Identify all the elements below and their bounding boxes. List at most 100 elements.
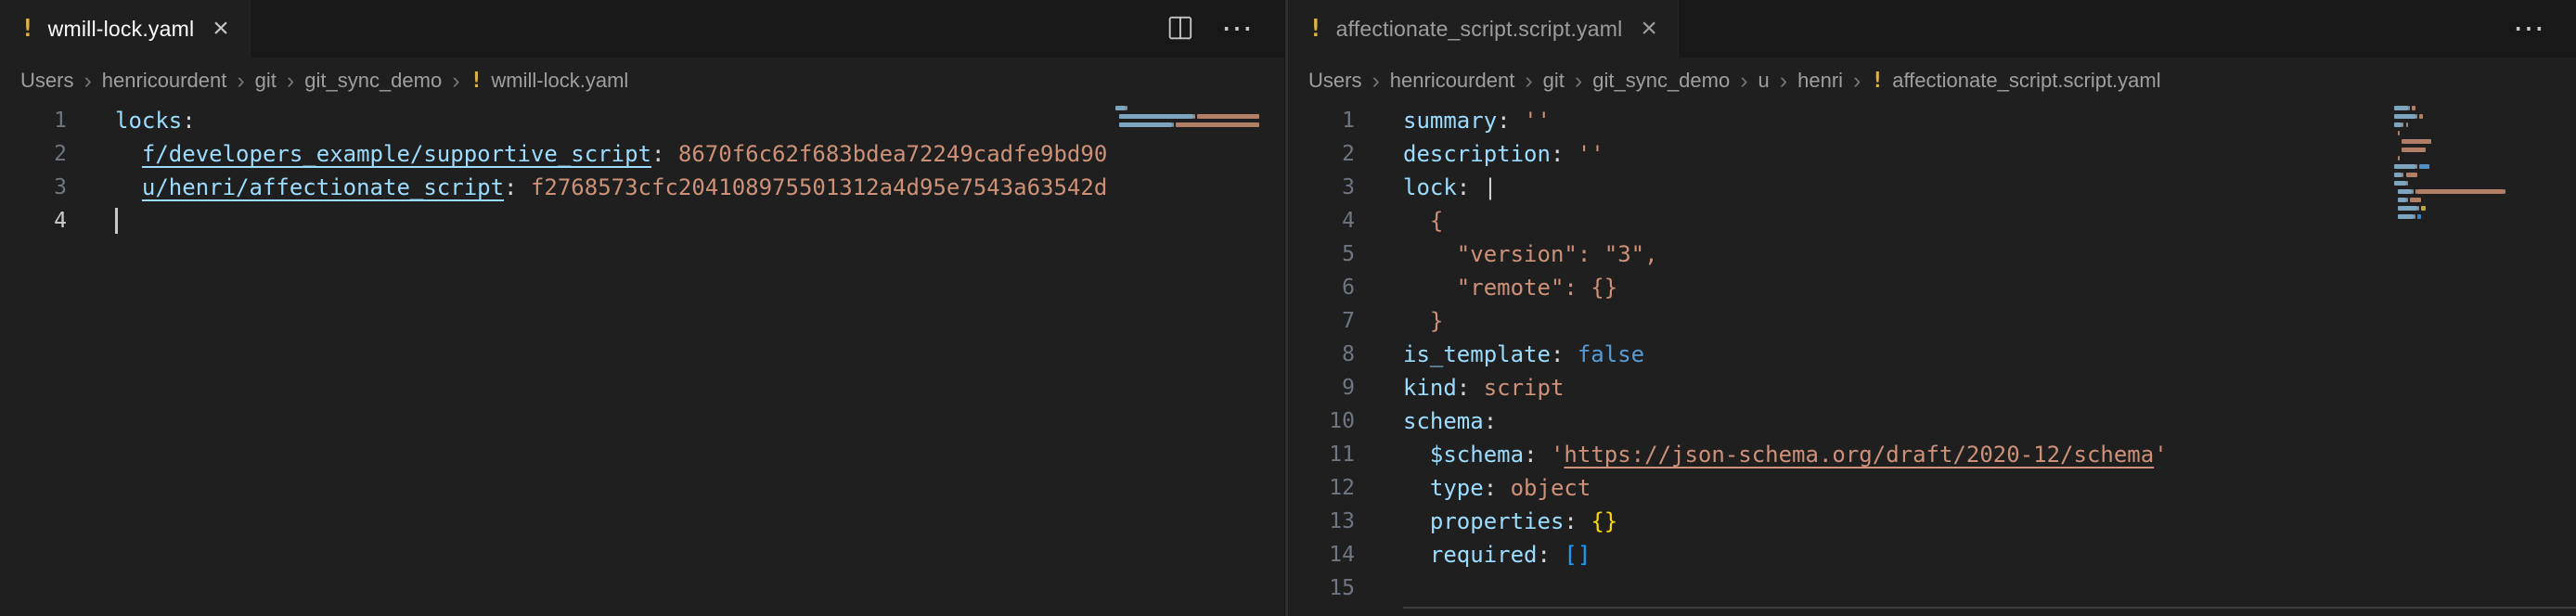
tabstrip-right: ! affectionate_script.script.yaml × ⋯: [1288, 0, 2576, 58]
line-number: 10: [1288, 404, 1355, 438]
minimap[interactable]: [2394, 106, 2539, 227]
minimap[interactable]: [1115, 106, 1264, 135]
code-line[interactable]: 9kind: script: [1288, 371, 2576, 404]
code-line[interactable]: 7 }: [1288, 304, 2576, 338]
close-icon[interactable]: ×: [1641, 15, 1657, 43]
code-token: [1403, 241, 1457, 267]
breadcrumb: Users›henricourdent›git›git_sync_demo›!w…: [0, 58, 1284, 104]
close-icon[interactable]: ×: [213, 15, 229, 43]
code-line[interactable]: 13 properties: {}: [1288, 505, 2576, 538]
breadcrumb-item[interactable]: git: [255, 69, 277, 93]
line-number: 6: [1288, 271, 1355, 304]
code-token: [1578, 508, 1591, 534]
code-token: lock: [1403, 174, 1457, 200]
code-token: description: [1403, 141, 1551, 167]
line-number: 1: [1288, 104, 1355, 137]
code-token: [664, 141, 677, 167]
code-token: [1403, 542, 1430, 568]
code-token: [1403, 442, 1430, 468]
code-line[interactable]: 2 f/developers_example/supportive_script…: [0, 137, 1284, 171]
chevron-right-icon: ›: [1740, 70, 1747, 93]
code-token: u/henri/affectionate_script: [142, 174, 504, 200]
code-token: f2768573cfc204108975501312a4d95e7543a635…: [531, 174, 1107, 200]
breadcrumb-file-label: affectionate_script.script.yaml: [1892, 69, 2160, 93]
breadcrumb-item[interactable]: henricourdent: [102, 69, 227, 93]
tab-label: affectionate_script.script.yaml: [1336, 17, 1623, 42]
line-number: 4: [0, 204, 67, 237]
line-number: 7: [1288, 304, 1355, 338]
code-token: '': [1578, 141, 1604, 167]
code-line[interactable]: 4: [0, 204, 1284, 237]
breadcrumb-item[interactable]: Users: [1308, 69, 1361, 93]
breadcrumb-item[interactable]: Users: [20, 69, 73, 93]
chevron-right-icon: ›: [1853, 70, 1861, 93]
code-token: [1564, 141, 1577, 167]
code-line[interactable]: 1locks:: [0, 104, 1284, 137]
code-token: [1564, 341, 1577, 367]
breadcrumb-item[interactable]: git: [1543, 69, 1565, 93]
code-token: :: [1484, 475, 1497, 501]
code-line[interactable]: 3 u/henri/affectionate_script: f2768573c…: [0, 171, 1284, 204]
code-token: is_template: [1403, 341, 1551, 367]
tabstrip-left: ! wmill-lock.yaml × ⋯: [0, 0, 1284, 58]
more-actions-icon[interactable]: ⋯: [2513, 13, 2544, 45]
line-number: 13: [1288, 505, 1355, 538]
code-area[interactable]: 1locks:2 f/developers_example/supportive…: [0, 104, 1284, 616]
code-token: locks: [115, 108, 182, 134]
code-token: [1497, 475, 1510, 501]
breadcrumb-file[interactable]: !wmill-lock.yaml: [470, 69, 629, 93]
code-area[interactable]: 1 summary: '' 2 description: '' 3lock: |4 {5…: [1288, 104, 2576, 616]
code-line[interactable]: 4 {: [1288, 204, 2576, 237]
line-number: 12: [1288, 471, 1355, 505]
code-token: :: [1538, 542, 1551, 568]
editor-group-left: ! wmill-lock.yaml × ⋯ Users › henricourden…: [0, 0, 1284, 616]
code-token: :: [1551, 341, 1564, 367]
code-line[interactable]: 6 "remote": {}: [1288, 271, 2576, 304]
code-token: :: [1524, 442, 1537, 468]
code-token: summary: [1403, 108, 1497, 134]
code-token: '': [1524, 108, 1551, 134]
breadcrumb-item[interactable]: u: [1758, 69, 1770, 93]
breadcrumb-item[interactable]: henricourdent: [1390, 69, 1515, 93]
scrollbar-shadow: [1403, 607, 2576, 609]
code-token: :: [1457, 174, 1470, 200]
more-actions-icon[interactable]: ⋯: [1221, 13, 1253, 45]
code-line[interactable]: 3lock: |: [1288, 171, 2576, 204]
line-number: 11: [1288, 438, 1355, 471]
workbench: ! wmill-lock.yaml × ⋯ Users › henricourden…: [0, 0, 2576, 616]
code-line[interactable]: 5 "version": "3",: [1288, 237, 2576, 271]
breadcrumb-item[interactable]: git_sync_demo: [304, 69, 442, 93]
code-line[interactable]: 14 required: []: [1288, 538, 2576, 571]
code-line[interactable]: 12 type: object: [1288, 471, 2576, 505]
chevron-right-icon: ›: [1525, 70, 1532, 93]
code-token: :: [504, 174, 517, 200]
tab-affectionate-script-yaml[interactable]: ! affectionate_script.script.yaml ×: [1288, 0, 1679, 58]
code-token: [115, 174, 142, 200]
yaml-file-icon: !: [470, 69, 483, 93]
code-line[interactable]: 15: [1288, 571, 2576, 605]
breadcrumb-item[interactable]: git_sync_demo: [1592, 69, 1730, 93]
chevron-right-icon: ›: [237, 70, 244, 93]
breadcrumb-file[interactable]: !affectionate_script.script.yaml: [1871, 69, 2160, 93]
chevron-right-icon: ›: [84, 70, 91, 93]
code-line[interactable]: 10schema:: [1288, 404, 2576, 438]
code-line[interactable]: 1summary: '': [1288, 104, 2576, 137]
tab-label: wmill-lock.yaml: [48, 17, 195, 42]
code-line[interactable]: 2description: '': [1288, 137, 2576, 171]
code-token: :: [1484, 408, 1497, 434]
chevron-right-icon: ›: [1372, 70, 1379, 93]
tab-wmill-lock-yaml[interactable]: ! wmill-lock.yaml ×: [0, 0, 251, 58]
code-line[interactable]: 8is_template: false: [1288, 338, 2576, 371]
code-token: []: [1564, 542, 1591, 568]
code-editor-left[interactable]: 1locks:2 f/developers_example/supportive…: [0, 104, 1284, 616]
split-editor-icon[interactable]: [1166, 15, 1193, 43]
code-token: [1403, 275, 1457, 301]
line-number: 2: [0, 137, 67, 171]
chevron-right-icon: ›: [1575, 70, 1582, 93]
code-editor-right[interactable]: 1 summary: '' 2 description: '' 3lock: |4 {5…: [1288, 104, 2576, 616]
code-token: [1403, 208, 1430, 234]
line-number: 2: [1288, 137, 1355, 171]
code-line[interactable]: 11 $schema: 'https://json-schema.org/dra…: [1288, 438, 2576, 471]
breadcrumb-item[interactable]: henri: [1797, 69, 1843, 93]
code-token: type: [1430, 475, 1484, 501]
